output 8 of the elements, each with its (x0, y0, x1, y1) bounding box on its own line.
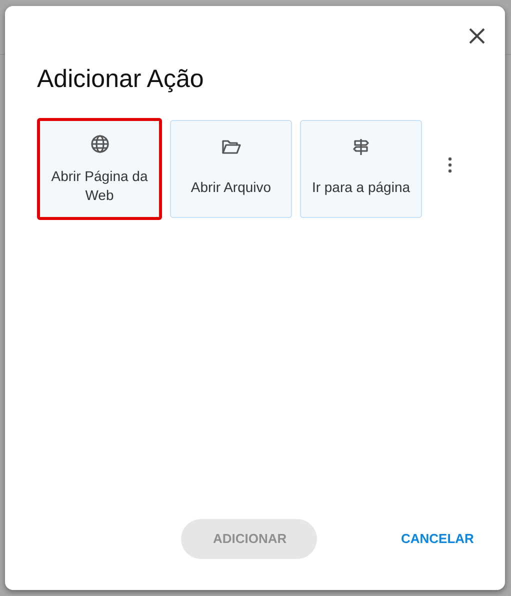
signpost-icon (351, 137, 371, 157)
action-tile[interactable]: Abrir Página da Web (37, 118, 162, 220)
dialog-title: Adicionar Ação (37, 64, 205, 94)
action-tile[interactable]: Ir para a página (300, 120, 422, 218)
globe-icon (90, 134, 110, 154)
action-tile[interactable]: Abrir Arquivo (170, 120, 292, 218)
cancel-button[interactable]: CANCELAR (369, 519, 506, 559)
folder-icon (221, 137, 241, 157)
